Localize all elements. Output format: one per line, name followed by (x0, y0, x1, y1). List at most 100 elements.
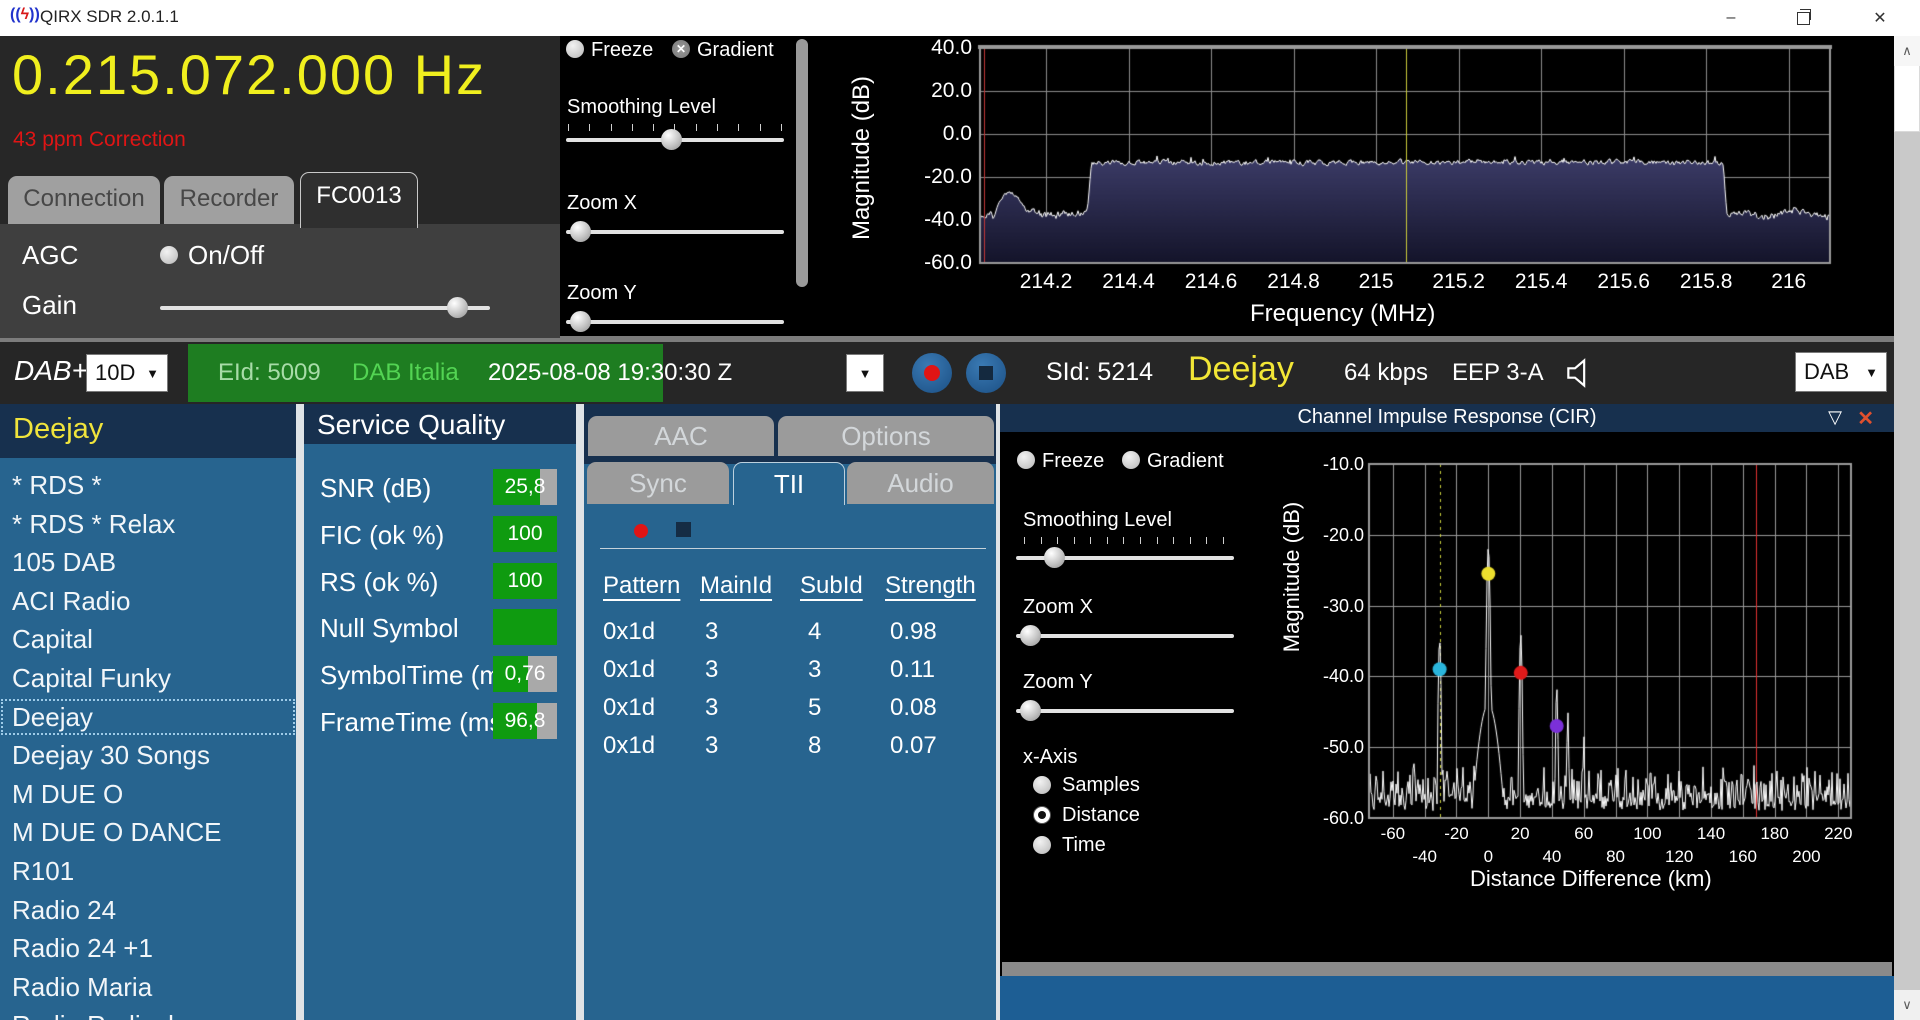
tab-tii[interactable]: TII (733, 462, 845, 505)
spectrum-smoothing-slider[interactable] (566, 138, 784, 142)
cir-ytick: -50.0 (1300, 737, 1364, 758)
tab-aac[interactable]: AAC (588, 416, 774, 456)
cir-smoothing-thumb[interactable] (1044, 547, 1065, 568)
spectrum-freeze-radio[interactable] (566, 40, 584, 58)
record-button[interactable] (912, 353, 952, 393)
gain-label: Gain (22, 290, 77, 321)
tab-options[interactable]: Options (778, 416, 994, 456)
spectrum-smoothing-thumb[interactable] (661, 129, 682, 150)
list-item-service[interactable]: Deejay (0, 698, 296, 736)
list-item-service[interactable]: Radio Radicale (0, 1006, 296, 1020)
list-item-service[interactable]: * RDS * Relax (0, 505, 296, 543)
window-scrollbar[interactable]: ∧ ∨ (1894, 36, 1920, 1020)
scroll-down-button[interactable]: ∨ (1894, 990, 1920, 1020)
collapse-icon[interactable]: ▽ (1828, 407, 1842, 428)
spectrum-ytick: -40.0 (900, 208, 972, 232)
spectrum-ytick: -60.0 (900, 251, 972, 275)
cir-xtick: 160 (1713, 847, 1773, 867)
gain-slider-thumb[interactable] (447, 297, 468, 318)
spectrum-zoomy-thumb[interactable] (570, 311, 591, 332)
list-item-service[interactable]: Radio 24 (0, 891, 296, 929)
list-item-service[interactable]: Radio Maria (0, 968, 296, 1006)
cir-yaxis-title: Magnitude (dB) (1279, 497, 1305, 657)
tii-active-indicator (634, 524, 648, 538)
selected-service-title: Deejay (13, 413, 103, 446)
tab-fc0013[interactable]: FC0013 (300, 172, 418, 228)
cir-xtick: 220 (1808, 824, 1868, 844)
cir-smoothing-ticks (1024, 537, 1224, 544)
tii-cell: 3 (705, 732, 718, 760)
spectrum-gradient-checkbox[interactable] (672, 40, 690, 58)
cir-xtick: 60 (1554, 824, 1614, 844)
list-item-service[interactable]: M DUE O (0, 775, 296, 813)
frequency-display[interactable]: 0.215.072.000 Hz (12, 42, 486, 107)
dab-status-bar: DAB+ 10D ▼ EId: 5009 DAB Italia 2025-08-… (0, 342, 1894, 404)
list-item-service[interactable]: Deejay 30 Songs (0, 736, 296, 774)
list-item-service[interactable]: 105 DAB (0, 543, 296, 581)
tii-stop-indicator[interactable] (676, 522, 691, 537)
list-item-service[interactable]: * RDS * (0, 466, 296, 504)
stop-button[interactable] (966, 353, 1006, 393)
quality-metric-value (493, 609, 557, 645)
tab-sync[interactable]: Sync (587, 462, 729, 504)
current-service-name: Deejay (1188, 350, 1294, 389)
cir-freeze-label: Freeze (1042, 450, 1104, 473)
speaker-icon[interactable] (1560, 353, 1600, 398)
channel-dropdown[interactable]: 10D ▼ (86, 354, 168, 392)
minimize-button[interactable]: – (1700, 0, 1762, 36)
cir-zoomx-thumb[interactable] (1020, 625, 1041, 646)
control-panel-scrollbar[interactable] (796, 39, 808, 287)
list-item-service[interactable]: Capital (0, 620, 296, 658)
cir-bottom-splitter[interactable] (1002, 962, 1892, 976)
cir-xtick: 100 (1617, 824, 1677, 844)
panel-divider[interactable] (296, 404, 304, 1020)
spectrum-xtick: 215 (1336, 270, 1416, 294)
panel-divider[interactable] (576, 404, 584, 1020)
cir-freeze-radio[interactable] (1017, 451, 1035, 469)
spectrum-xtick: 214.6 (1171, 270, 1251, 294)
channel-value: 10D (95, 360, 135, 386)
list-item-service[interactable]: ACI Radio (0, 582, 296, 620)
list-item-service[interactable]: M DUE O DANCE (0, 813, 296, 851)
cir-xaxis-radio-samples[interactable] (1033, 776, 1051, 794)
tii-cell: 0x1d (603, 618, 655, 646)
title-bar: ((ϟ)) QIRX SDR 2.0.1.1 – ✕ (0, 0, 1920, 36)
output-mode-dropdown[interactable]: DAB ▼ (1795, 352, 1887, 392)
close-panel-icon[interactable]: ✕ (1857, 406, 1874, 431)
quality-metric-bar: 0,76 (493, 656, 557, 692)
cir-xaxis-radio-time[interactable] (1033, 836, 1051, 854)
scroll-up-button[interactable]: ∧ (1894, 36, 1920, 66)
tab-connection[interactable]: Connection (8, 176, 160, 228)
list-item-service[interactable]: Capital Funky (0, 659, 296, 697)
list-item-service[interactable]: R101 (0, 852, 296, 890)
cir-zoomx-slider[interactable] (1016, 634, 1234, 638)
cir-smoothing-slider[interactable] (1016, 556, 1234, 560)
cir-zoomy-slider[interactable] (1016, 709, 1234, 713)
quality-metric-bar: 25,8 (493, 469, 557, 505)
spectrum-zoomx-slider[interactable] (566, 230, 784, 234)
service-bitrate: 64 kbps (1344, 359, 1428, 387)
cir-zoomy-thumb[interactable] (1020, 700, 1041, 721)
list-item-service[interactable]: Radio 24 +1 (0, 929, 296, 967)
app-icon: ((ϟ)) (10, 6, 40, 24)
cir-zoomx-label: Zoom X (1023, 596, 1093, 619)
cir-gradient-radio[interactable] (1122, 451, 1140, 469)
spectrum-freeze-label: Freeze (591, 39, 653, 62)
tab-recorder[interactable]: Recorder (164, 176, 294, 228)
spectrum-zoomx-thumb[interactable] (570, 221, 591, 242)
cir-ytick: -20.0 (1300, 525, 1364, 546)
cir-xtick: 140 (1681, 824, 1741, 844)
tab-audio[interactable]: Audio (847, 462, 994, 504)
agc-radio[interactable] (160, 246, 178, 264)
service-id: SId: 5214 (1046, 358, 1153, 387)
quality-metric-bar: 100 (493, 516, 557, 552)
cir-ytick: -30.0 (1300, 596, 1364, 617)
close-button[interactable]: ✕ (1846, 0, 1914, 36)
cir-xaxis-radio-distance[interactable] (1033, 806, 1051, 824)
cir-ytick: -60.0 (1300, 808, 1364, 829)
gain-slider[interactable] (160, 306, 490, 310)
spectrum-zoomy-slider[interactable] (566, 320, 784, 324)
expand-dropdown-button[interactable]: ▼ (846, 354, 884, 392)
maximize-button[interactable] (1772, 0, 1834, 36)
tii-cell: 3 (808, 656, 821, 684)
